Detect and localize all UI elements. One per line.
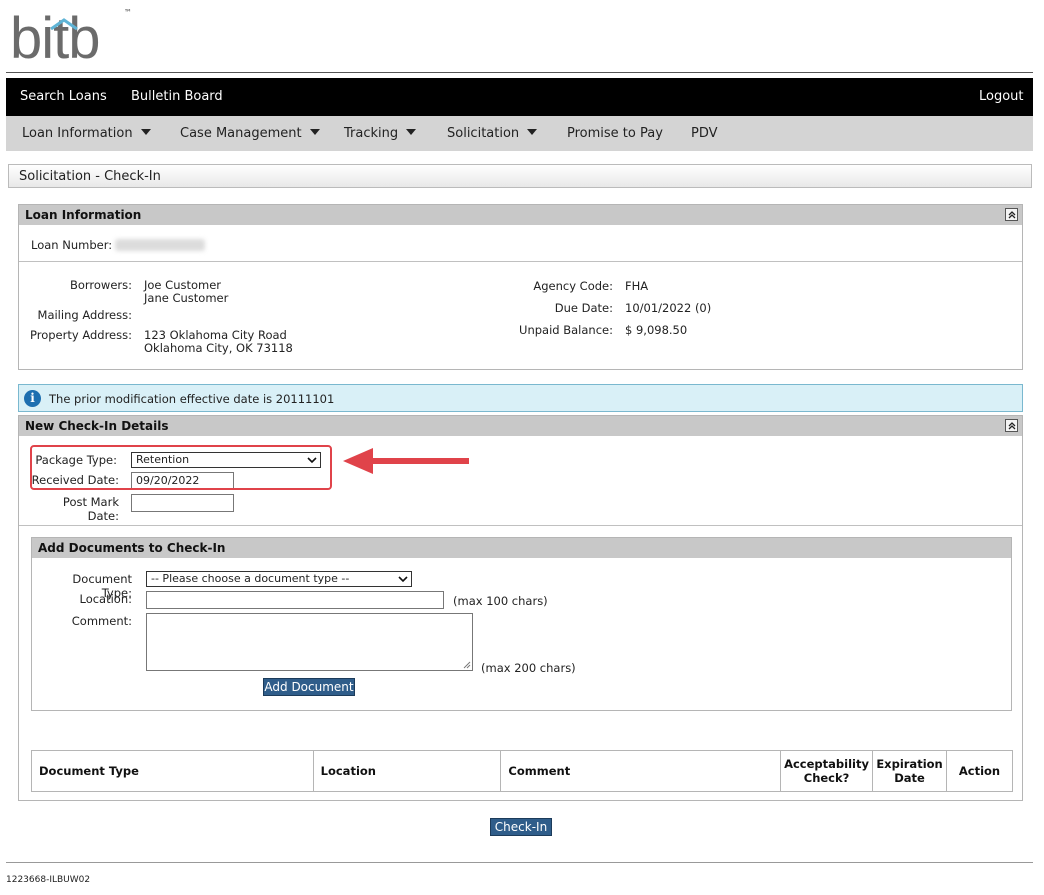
caret-down-icon (527, 129, 538, 135)
collapse-icon[interactable] (1005, 419, 1018, 432)
location-input[interactable] (146, 591, 444, 609)
loan-information-title: Loan Information (25, 208, 142, 222)
logout-link[interactable]: Logout (979, 89, 1024, 104)
nav-search-loans[interactable]: Search Loans (20, 89, 107, 104)
caret-down-icon (406, 129, 417, 135)
resize-handle-icon[interactable] (463, 661, 471, 669)
borrower-2: Jane Customer (144, 291, 229, 305)
column-comment[interactable]: Comment (500, 750, 782, 792)
column-document-type[interactable]: Document Type (31, 750, 314, 792)
unpaid-balance-label: Unpaid Balance: (519, 323, 613, 337)
add-documents-title: Add Documents to Check-In (38, 541, 226, 555)
chevron-down-icon (398, 576, 408, 583)
agency-code-label: Agency Code: (533, 279, 613, 293)
borrower-1: Joe Customer (144, 278, 222, 292)
due-date-label: Due Date: (554, 301, 613, 315)
logo-roof-icon (50, 18, 78, 30)
nav-bulletin-board[interactable]: Bulletin Board (131, 89, 223, 104)
agency-code-value: FHA (625, 279, 649, 293)
menu-promise-to-pay[interactable]: Promise to Pay (567, 126, 663, 141)
bitb-logo: bitb ™ (10, 8, 140, 70)
loan-information-panel: Loan Information Loan Number: Borrowers:… (18, 204, 1023, 370)
check-in-button[interactable]: Check-In (490, 818, 552, 836)
documents-table-header-row: Document Type Location Comment Acceptabi… (31, 750, 1013, 792)
menu-case-management[interactable]: Case Management (180, 126, 320, 141)
comment-textarea[interactable] (146, 613, 473, 671)
footer-divider (6, 862, 1033, 863)
property-address-label: Property Address: (30, 328, 132, 342)
documents-table: Document Type Location Comment Acceptabi… (31, 750, 1013, 792)
loan-number-value-redacted (115, 239, 205, 251)
add-document-button[interactable]: Add Document (263, 678, 355, 696)
menu-pdv[interactable]: PDV (691, 126, 718, 141)
property-address-line1: 123 Oklahoma City Road (144, 328, 287, 342)
page-title: Solicitation - Check-In (8, 164, 1032, 188)
trademark-symbol: ™ (124, 8, 132, 17)
menu-solicitation[interactable]: Solicitation (447, 126, 538, 141)
menu-tracking-label: Tracking (344, 126, 399, 141)
info-notice-text: The prior modification effective date is… (49, 392, 335, 406)
borrowers-label: Borrowers: (69, 278, 132, 292)
location-hint: (max 100 chars) (453, 594, 548, 608)
mailing-address-label: Mailing Address: (37, 308, 132, 322)
document-type-select[interactable]: -- Please choose a document type -- (146, 571, 412, 587)
column-action[interactable]: Action (946, 750, 1013, 792)
top-navigation: Search Loans Bulletin Board Logout (6, 78, 1033, 116)
document-type-value: -- Please choose a document type -- (151, 572, 350, 585)
add-documents-panel: Add Documents to Check-In Document Type:… (31, 537, 1012, 711)
column-location[interactable]: Location (312, 750, 502, 792)
info-notice: i The prior modification effective date … (18, 384, 1023, 412)
menu-tracking[interactable]: Tracking (344, 126, 417, 141)
menu-loan-information-label: Loan Information (22, 126, 133, 141)
post-mark-date-label: Post Mark Date: (62, 495, 119, 523)
loan-number-label: Loan Number: (31, 238, 113, 252)
column-acceptability-check[interactable]: Acceptability Check? (780, 750, 874, 792)
column-expiration-date[interactable]: Expiration Date (872, 750, 948, 792)
sub-navigation: Loan Information Case Management Trackin… (6, 116, 1033, 151)
panel-divider (19, 261, 1022, 262)
collapse-icon[interactable] (1005, 208, 1018, 221)
post-mark-date-input[interactable] (131, 494, 234, 512)
caret-down-icon (309, 129, 320, 135)
footer-server-id: 1223668-ILBUW02 (6, 875, 91, 885)
header-divider (6, 72, 1033, 73)
due-date-value: 10/01/2022 (0) (625, 301, 712, 315)
info-icon: i (24, 390, 41, 407)
annotation-arrow-icon (343, 448, 469, 474)
new-checkin-header: New Check-In Details (19, 416, 1022, 436)
highlight-box (30, 445, 332, 490)
unpaid-balance-value: $ 9,098.50 (625, 323, 688, 337)
comment-label: Comment: (71, 614, 132, 628)
new-checkin-title: New Check-In Details (25, 419, 169, 433)
menu-solicitation-label: Solicitation (447, 126, 520, 141)
menu-case-management-label: Case Management (180, 126, 302, 141)
menu-loan-information[interactable]: Loan Information (22, 126, 151, 141)
caret-down-icon (140, 129, 151, 135)
property-address-line2: Oklahoma City, OK 73118 (144, 341, 293, 355)
panel-divider (19, 525, 1022, 526)
loan-information-header: Loan Information (19, 205, 1022, 225)
comment-hint: (max 200 chars) (481, 661, 576, 675)
location-label: Location: (79, 592, 132, 606)
add-documents-header: Add Documents to Check-In (32, 538, 1011, 558)
